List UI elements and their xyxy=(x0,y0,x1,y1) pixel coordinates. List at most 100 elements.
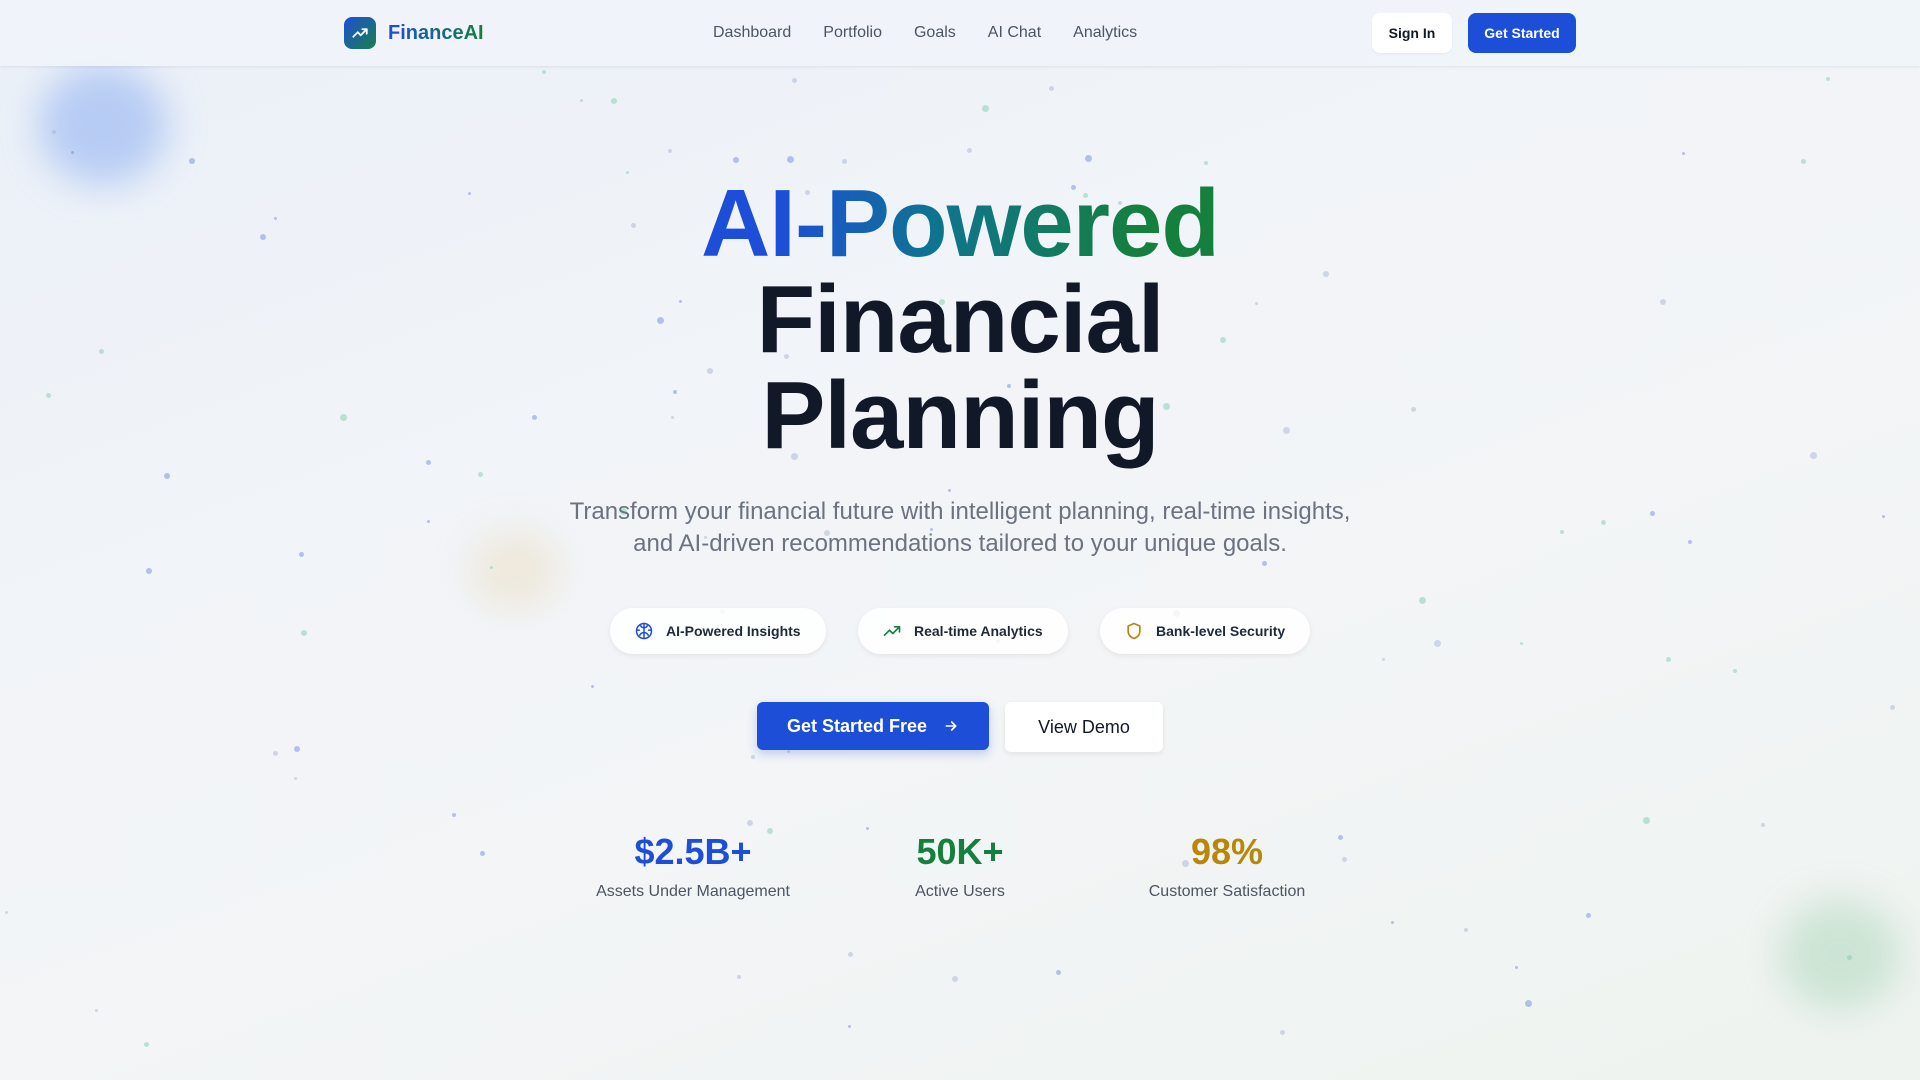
background-particle xyxy=(46,393,51,398)
feature-label: Bank-level Security xyxy=(1156,623,1286,639)
nav-item-dashboard[interactable]: Dashboard xyxy=(713,21,791,45)
background-particle xyxy=(95,1009,98,1012)
background-particle xyxy=(1643,817,1650,824)
background-particle xyxy=(737,975,741,979)
nav-item-portfolio[interactable]: Portfolio xyxy=(823,21,882,45)
brand-name: FinanceAI xyxy=(388,21,484,44)
background-particle xyxy=(478,472,483,477)
background-particle xyxy=(273,751,278,756)
nav-item-goals[interactable]: Goals xyxy=(914,21,956,45)
feature-label: Real-time Analytics xyxy=(914,623,1043,639)
background-particle xyxy=(787,750,790,753)
background-particle xyxy=(1761,823,1765,827)
background-particle xyxy=(1882,515,1885,518)
background-particle xyxy=(542,70,546,74)
background-particle xyxy=(591,685,594,688)
main-nav: Dashboard Portfolio Goals AI Chat Analyt… xyxy=(713,21,1169,45)
hero-title-line-2: Financial xyxy=(756,266,1164,373)
background-particle xyxy=(1280,1030,1285,1035)
background-particle xyxy=(1801,159,1806,164)
hero-title: AI-Powered Financial Planning xyxy=(460,176,1460,464)
background-particle xyxy=(1560,530,1564,534)
background-particle xyxy=(1262,561,1267,566)
cta-label: Get Started Free xyxy=(786,715,928,736)
background-particle xyxy=(1688,540,1692,544)
background-particle xyxy=(1419,597,1426,604)
nav-item-ai-chat[interactable]: AI Chat xyxy=(988,21,1041,45)
background-particle xyxy=(164,473,170,479)
background-particle xyxy=(1464,928,1468,932)
background-particle xyxy=(1847,955,1852,960)
background-particle xyxy=(792,78,797,83)
stat-label: Active Users xyxy=(915,883,1005,900)
background-particle xyxy=(787,156,794,163)
background-particle xyxy=(1056,970,1061,975)
hero-title-line-1: AI-Powered xyxy=(700,170,1220,277)
background-particle xyxy=(1826,77,1830,81)
background-blur-blob xyxy=(38,65,168,185)
background-particle xyxy=(5,911,8,914)
stat-users: 50K+ Active Users xyxy=(830,830,1090,902)
background-particle xyxy=(611,98,617,104)
background-particle xyxy=(340,414,347,421)
trending-up-icon xyxy=(882,621,902,641)
get-started-button[interactable]: Get Started xyxy=(1468,13,1576,53)
hero-title-line-3: Planning xyxy=(761,362,1159,469)
background-particle xyxy=(1391,921,1394,924)
stat-value: 50K+ xyxy=(916,831,1004,872)
background-blur-blob xyxy=(470,530,560,610)
feature-pill-bank-security: Bank-level Security xyxy=(1100,608,1310,654)
background-particle xyxy=(1049,86,1054,91)
sign-in-button[interactable]: Sign In xyxy=(1372,13,1452,53)
top-navigation-bar: FinanceAI Dashboard Portfolio Goals AI C… xyxy=(0,0,1920,66)
background-particle xyxy=(146,568,152,574)
background-particle xyxy=(751,755,755,759)
background-particle xyxy=(1434,640,1441,647)
background-particle xyxy=(1666,657,1671,662)
background-particle xyxy=(1382,658,1385,661)
hero-subtitle: Transform your financial future with int… xyxy=(569,498,1351,557)
background-particle xyxy=(294,777,297,780)
background-particle xyxy=(99,349,104,354)
feature-pill-ai-insights: AI-Powered Insights xyxy=(610,608,826,654)
background-particle xyxy=(1515,966,1518,969)
background-particle xyxy=(1525,1000,1532,1007)
get-started-free-button[interactable]: Get Started Free xyxy=(757,702,989,750)
background-particle xyxy=(299,552,304,557)
background-particle xyxy=(1733,669,1737,673)
background-particle xyxy=(626,171,629,174)
background-particle xyxy=(301,630,307,636)
background-particle xyxy=(1204,161,1208,165)
background-particle xyxy=(848,1025,851,1028)
background-particle xyxy=(842,159,847,164)
background-particle xyxy=(1085,155,1092,162)
view-demo-button[interactable]: View Demo xyxy=(1005,702,1163,752)
background-blur-blob xyxy=(1780,900,1900,1010)
background-particle xyxy=(427,520,430,523)
background-particle xyxy=(480,851,485,856)
background-particle xyxy=(1520,642,1523,645)
background-particle xyxy=(1890,705,1895,710)
background-particle xyxy=(733,157,739,163)
stat-label: Assets Under Management xyxy=(596,883,790,900)
background-particle xyxy=(426,460,431,465)
background-particle xyxy=(1682,152,1685,155)
stat-satisfaction: 98% Customer Satisfaction xyxy=(1097,830,1357,902)
shield-icon xyxy=(1124,621,1144,641)
background-particle xyxy=(982,105,989,112)
feature-label: AI-Powered Insights xyxy=(666,623,801,639)
background-particle xyxy=(1810,452,1817,459)
background-particle xyxy=(71,151,74,154)
stat-value: $2.5B+ xyxy=(634,831,752,872)
background-particle xyxy=(948,489,951,492)
brand[interactable]: FinanceAI xyxy=(344,17,484,49)
feature-pills: AI-Powered Insights Real-time Analytics … xyxy=(610,608,1310,654)
background-particle xyxy=(294,746,300,752)
background-particle xyxy=(747,820,753,826)
nav-item-analytics[interactable]: Analytics xyxy=(1073,21,1137,45)
background-particle xyxy=(952,976,958,982)
background-particle xyxy=(274,217,277,220)
background-particle xyxy=(1601,520,1606,525)
background-particle xyxy=(1660,299,1666,305)
background-particle xyxy=(452,813,456,817)
